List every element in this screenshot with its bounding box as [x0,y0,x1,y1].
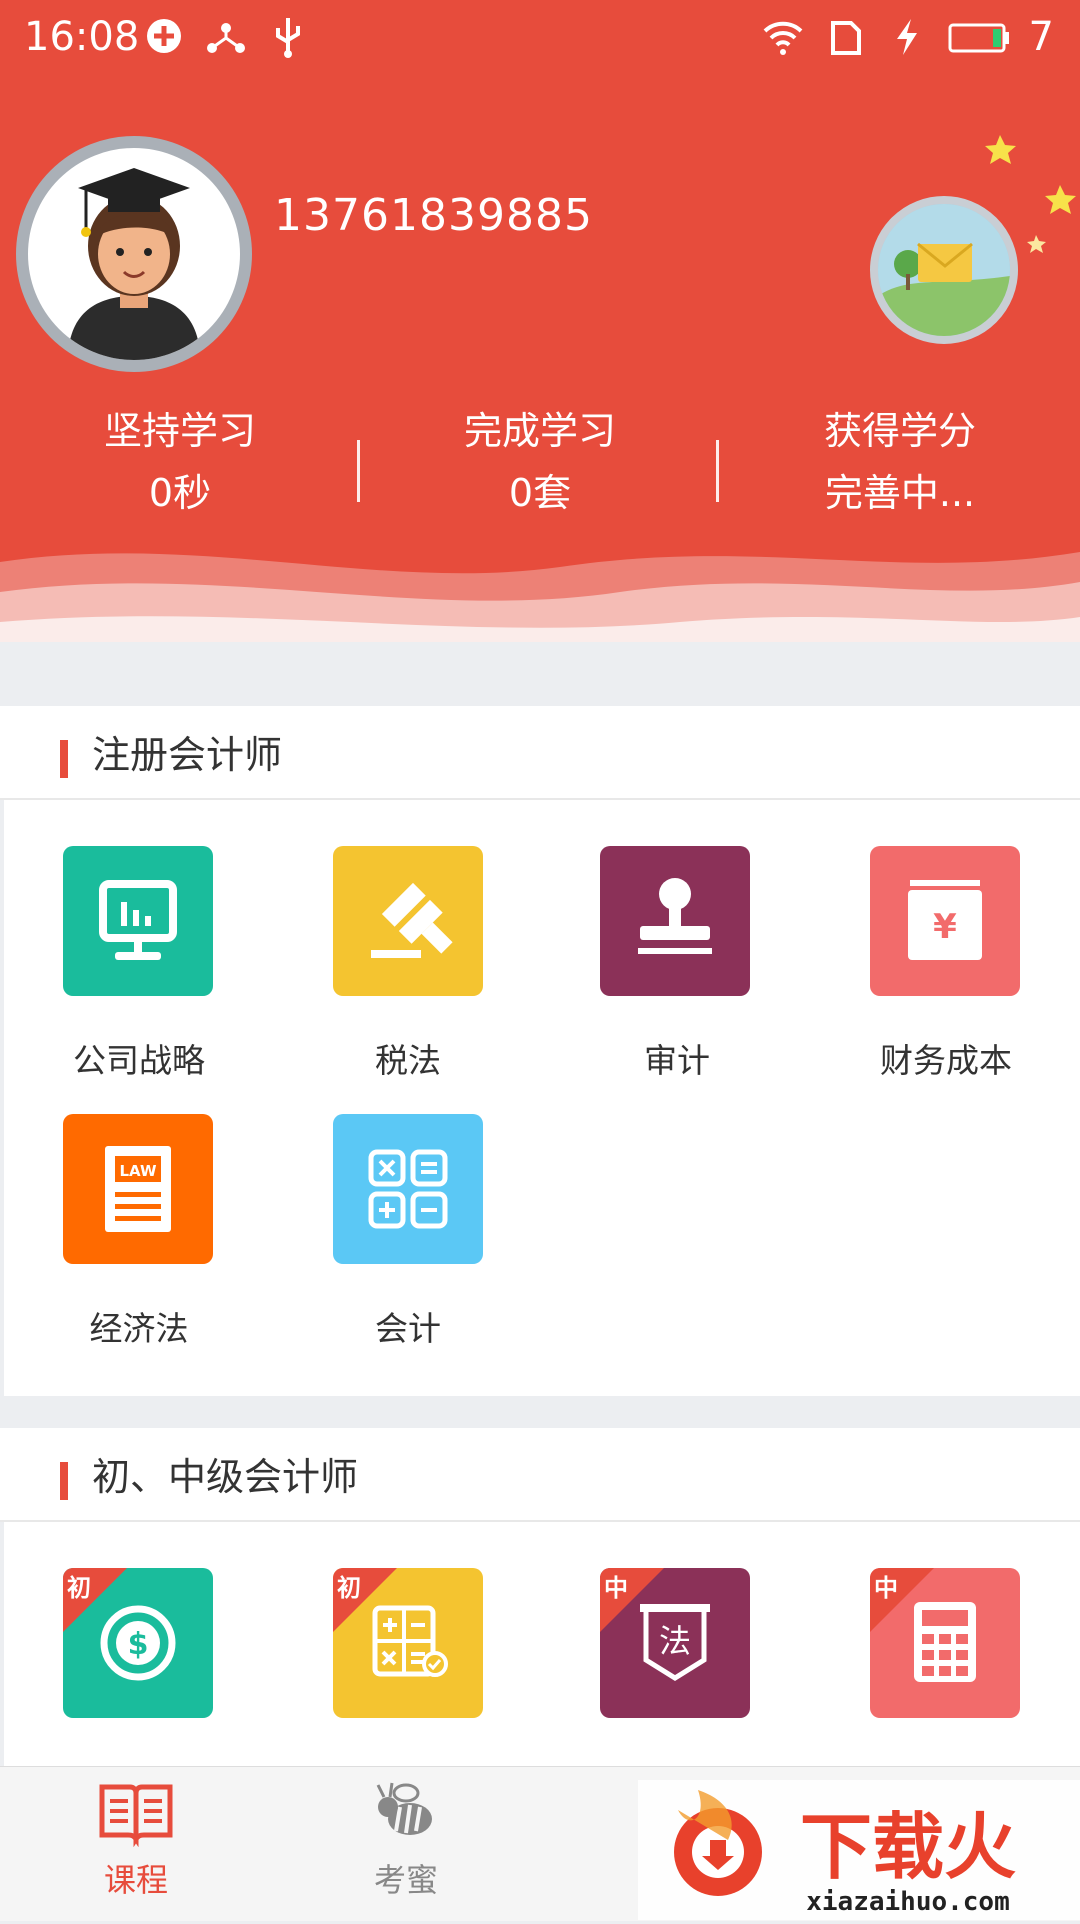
course-label: 公司战略 [73,1041,205,1080]
course-tile-tax-law[interactable] [333,846,483,996]
share-icon [207,23,245,53]
book-icon [99,1784,173,1848]
level-badge: 中 [870,1568,934,1632]
message-button[interactable] [870,196,1018,344]
course-label: 财务成本 [880,1041,1012,1080]
usb-icon [276,18,300,58]
stat-credits[interactable]: 获得学分 完善中... [750,400,1050,524]
watermark-logo: 下载火 xiazaihuo.com [638,1780,1080,1920]
avatar[interactable] [16,136,252,372]
stamp-icon [638,878,712,954]
yen-box-icon: ¥ [908,880,982,960]
stat-divider [357,440,360,502]
course-tile-finance-cost[interactable]: ¥ [870,846,1020,996]
user-phone: 13761839885 [274,190,593,241]
section-header-junior-mid: 初、中级会计师 [0,1428,1080,1522]
section-accent-bar [60,740,68,778]
stat-completed-sets[interactable]: 完成学习 0套 [390,400,690,524]
course-tile-junior-1[interactable]: $ 初 [63,1568,213,1718]
battery-icon [948,23,1009,53]
sim-card-icon [830,21,861,55]
svg-text:下载火: 下载火 [800,1805,1016,1889]
svg-text:LAW: LAW [119,1162,156,1180]
section-title: 注册会计师 [92,733,283,777]
tab-courses[interactable]: 课程 [46,1777,226,1901]
bee-icon [376,1782,432,1835]
calculator-grid-icon [368,1149,448,1229]
section-header-cpa: 注册会计师 [0,706,1080,800]
tab-kaomi[interactable]: 考蜜 [316,1777,496,1901]
course-tile-junior-2[interactable]: 初 [333,1568,483,1718]
graduate-avatar-icon [68,168,200,360]
svg-text:xiazaihuo.com: xiazaihuo.com [806,1887,1010,1917]
course-tile-audit[interactable] [600,846,750,996]
charging-icon [896,19,917,55]
gavel-icon [371,882,453,958]
study-stats: 坚持学习 0秒 完成学习 0套 获得学分 完善中... [0,400,1080,520]
level-badge: 中 [600,1568,664,1632]
stat-study-time[interactable]: 坚持学习 0秒 [30,400,330,524]
course-tile-mid-1[interactable]: 法 中 [600,1568,750,1718]
course-label: 会计 [375,1309,441,1348]
course-tile-mid-2[interactable]: 中 [870,1568,1020,1718]
section-accent-bar [60,1462,68,1500]
course-tile-accounting[interactable] [333,1114,483,1264]
header-wave-decoration [0,552,1080,672]
section-grid-junior-mid: $ 初 初 法 中 中 [4,1522,1080,1766]
status-time: 16:08 [24,14,140,60]
battery-level: 7 [1028,14,1054,60]
course-label: 审计 [644,1041,710,1080]
monitor-chart-icon [99,880,177,960]
section-title: 初、中级会计师 [92,1455,359,1499]
svg-text:¥: ¥ [933,907,957,947]
svg-text:$: $ [128,1627,149,1662]
course-label: 税法 [375,1041,441,1080]
profile-header: 16:08 7 13761839885 坚持学习 0秒 完成学习 0套 获得学分… [0,0,1080,672]
course-tile-strategy[interactable] [63,846,213,996]
course-tile-economic-law[interactable]: LAW [63,1114,213,1264]
wifi-icon [763,21,802,55]
envelope-icon [878,204,1010,336]
stat-divider [716,440,719,502]
status-bar: 16:08 7 [0,0,1080,76]
xiazaihuo-logo-icon: 下载火 xiazaihuo.com [638,1780,1080,1920]
sync-icon [147,19,181,53]
course-label: 经济法 [89,1309,189,1348]
section-grid-cpa: 公司战略 税法 审计 ¥ 财务成本 LAW 经济法 会计 [4,800,1080,1396]
law-document-icon: LAW [105,1146,171,1232]
level-badge: 初 [333,1568,397,1632]
level-badge: 初 [63,1568,127,1632]
